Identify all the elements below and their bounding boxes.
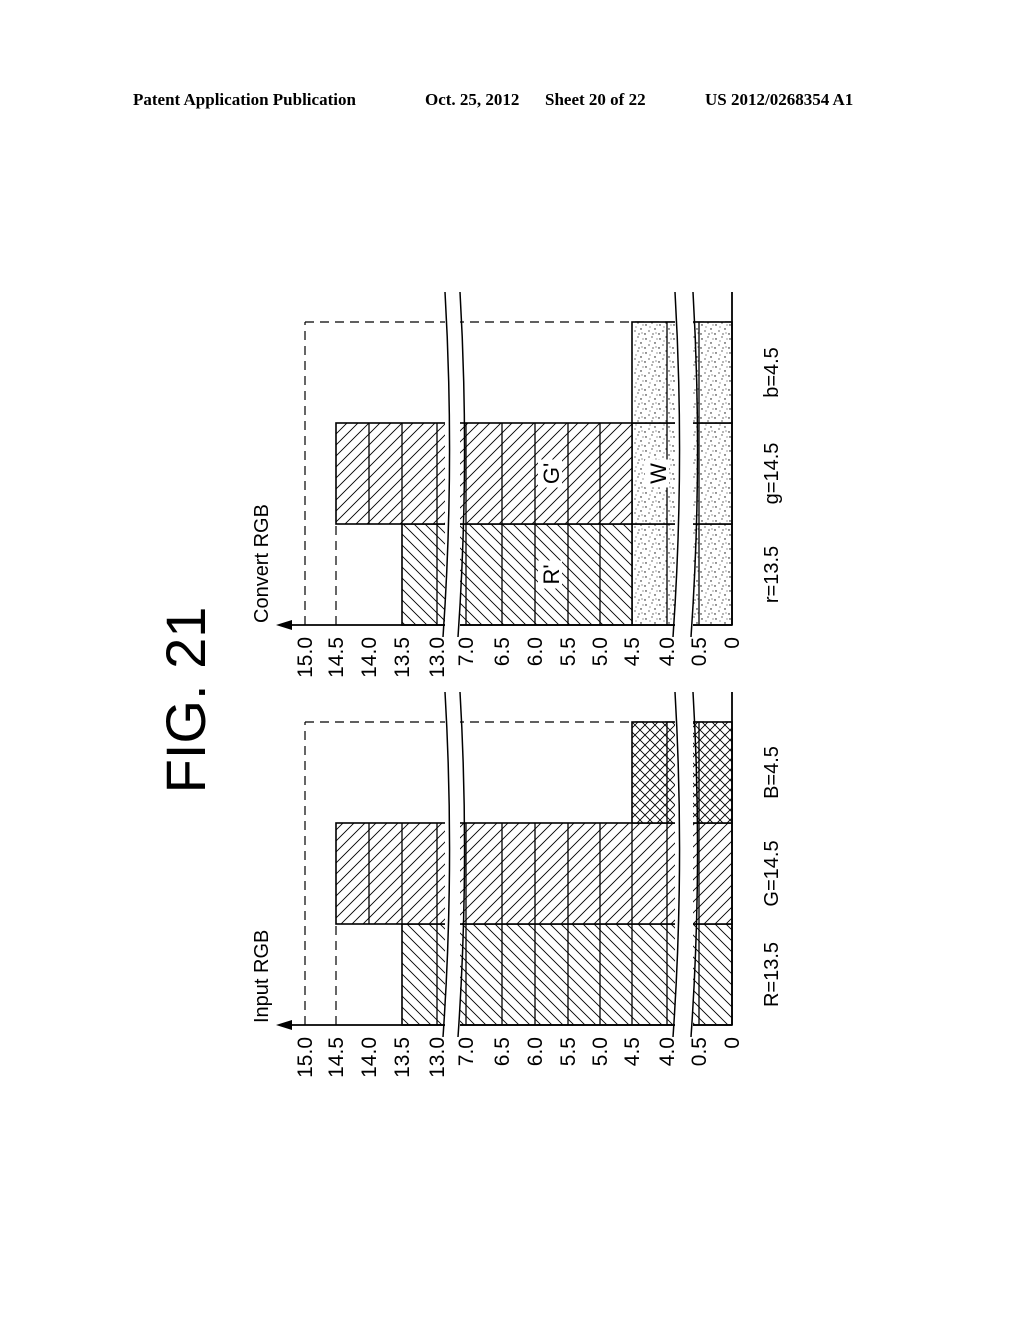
tick-label: 13.5 [391,637,414,678]
tick-label: 14.5 [325,1037,348,1078]
segment-label: W [646,463,671,484]
tick-label: 6.0 [524,1037,547,1066]
tick-label: 4.0 [656,637,679,666]
category-label: r=13.5 [761,546,783,603]
segment-label: R' [539,564,564,584]
tick-label: 13.0 [426,1037,449,1078]
tick-label: 4.0 [656,1037,679,1066]
tick-label: 7.0 [455,637,478,666]
tick-label: 13.0 [426,637,449,678]
segment-label: G' [539,463,564,484]
bar-segment-g-prime [335,422,633,525]
tick-label: 0.5 [688,1037,711,1066]
tick-label: 14.0 [358,1037,381,1078]
chart-title: Input RGB [251,930,273,1023]
tick-label: 5.0 [589,1037,612,1066]
tick-label: 6.5 [491,1037,514,1066]
tick-label: 14.5 [325,637,348,678]
tick-label: 4.5 [621,637,644,666]
tick-label: 15.0 [294,1037,317,1078]
tick-label: 7.0 [455,1037,478,1066]
tick-label: 15.0 [294,637,317,678]
tick-label: 14.0 [358,637,381,678]
tick-label: 13.5 [391,1037,414,1078]
chart-title: Convert RGB [251,504,273,623]
bar-segment-g [335,822,733,925]
category-label: b=4.5 [761,347,783,398]
tick-label: 5.0 [589,637,612,666]
chart-0: 15.0 14.5 14.0 13.5 13.0 7.0 6.5 6.0 5.5 5.0 4.5 4.… [251,691,783,1078]
category-label: B=4.5 [761,746,783,799]
tick-label: 4.5 [621,1037,644,1066]
tick-label: 5.5 [557,1037,580,1066]
tick-label: 0.5 [688,637,711,666]
tick-label: 6.5 [491,637,514,666]
tick-label: 0 [721,1037,744,1049]
tick-label: 5.5 [557,637,580,666]
figure-canvas: FIG. 21 15.0 14.5 14.0 13.5 13.0 7.0 6.5 6.0 5.5… [154,291,783,1078]
category-label: g=14.5 [761,443,783,505]
tick-label: 6.0 [524,637,547,666]
category-label: G=14.5 [761,840,783,906]
figure-label: FIG. 21 [154,607,217,794]
axis-arrow-icon [276,1020,292,1030]
tick-label: 0 [721,637,744,649]
chart-1: 15.0 14.5 14.0 13.5 13.0 7.0 6.5 6.0 5.5 5.0 4.5 4.… [251,291,783,678]
axis-arrow-icon [276,620,292,630]
category-label: R=13.5 [761,942,783,1007]
